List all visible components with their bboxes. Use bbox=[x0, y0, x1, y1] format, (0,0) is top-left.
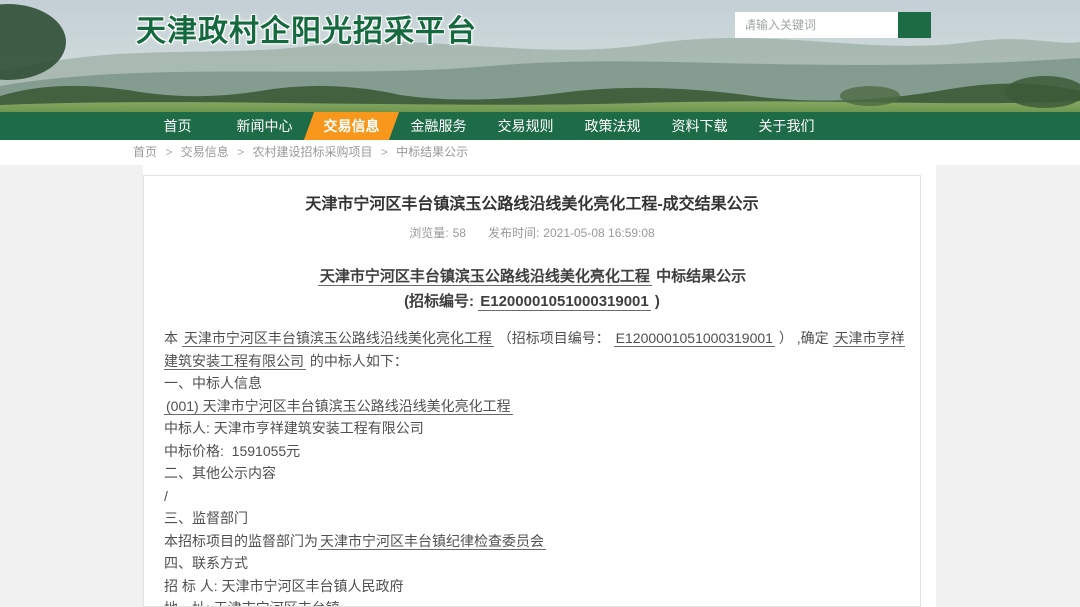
nav-item-news[interactable]: 新闻中心 bbox=[221, 112, 308, 140]
tender-number-line: (招标编号: E1200001051000319001 ) bbox=[144, 290, 920, 311]
publish-time-label: 发布时间: bbox=[488, 226, 539, 240]
project-code-underlined: E1200001051000319001 bbox=[614, 330, 775, 347]
nav-item-trade-rules[interactable]: 交易规则 bbox=[482, 112, 569, 140]
section3-title: 三、监督部门 bbox=[164, 507, 906, 530]
breadcrumb-separator: > bbox=[237, 145, 244, 159]
other-content-line: / bbox=[164, 485, 906, 508]
address-line: 地 址: 天津市宁河区丰台镇 bbox=[164, 597, 906, 607]
nav-item-about[interactable]: 关于我们 bbox=[743, 112, 830, 140]
winner-line: 中标人: 天津市亨祥建筑安装工程有限公司 bbox=[164, 417, 906, 440]
site-title: 天津政村企阳光招采平台 bbox=[136, 6, 477, 50]
search-button[interactable] bbox=[898, 12, 931, 38]
content-wrapper: 天津市宁河区丰台镇滨玉公路线沿线美化亮化工程-成交结果公示 浏览量: 58 发布时间… bbox=[143, 165, 936, 607]
article-title: 天津市宁河区丰台镇滨玉公路线沿线美化亮化工程-成交结果公示 bbox=[158, 190, 906, 214]
subtitle-project-name: 天津市宁河区丰台镇滨玉公路线沿线美化亮化工程 bbox=[318, 268, 652, 286]
announcement-subtitle: 天津市宁河区丰台镇滨玉公路线沿线美化亮化工程 中标结果公示 bbox=[144, 265, 920, 286]
breadcrumb: 首页 > 交易信息 > 农村建设招标采购项目 > 中标结果公示 bbox=[0, 140, 1080, 165]
views-label: 浏览量: bbox=[409, 226, 448, 240]
main-nav: 首页 新闻中心 交易信息 金融服务 交易规则 政策法规 资料下载 关于我们 bbox=[0, 112, 1080, 140]
article-body: 本 天津市宁河区丰台镇滨玉公路线沿线美化亮化工程 （招标项目编号： E12000… bbox=[164, 327, 906, 607]
header-banner: 天津政村企阳光招采平台 bbox=[0, 0, 1080, 112]
article-meta: 浏览量: 58 发布时间: 2021-05-08 16:59:08 bbox=[144, 224, 920, 241]
section1-title: 一、中标人信息 bbox=[164, 372, 906, 395]
nav-item-policies[interactable]: 政策法规 bbox=[569, 112, 656, 140]
breadcrumb-separator: > bbox=[165, 145, 172, 159]
nav-item-finance[interactable]: 金融服务 bbox=[395, 112, 482, 140]
tenderer-line: 招 标 人: 天津市宁河区丰台镇人民政府 bbox=[164, 575, 906, 598]
intro-paragraph: 本 天津市宁河区丰台镇滨玉公路线沿线美化亮化工程 （招标项目编号： E12000… bbox=[164, 327, 906, 372]
supervisor-name-underlined: 天津市宁河区丰台镇纪律检查委员会 bbox=[318, 533, 546, 550]
lot-line: (001) 天津市宁河区丰台镇滨玉公路线沿线美化亮化工程 bbox=[164, 395, 906, 418]
views-count: 58 bbox=[453, 226, 466, 240]
search-icon bbox=[735, 12, 751, 28]
breadcrumb-home[interactable]: 首页 bbox=[133, 145, 157, 159]
supervisor-line: 本招标项目的监督部门为天津市宁河区丰台镇纪律检查委员会 bbox=[164, 530, 906, 553]
lot-name-underlined: (001) 天津市宁河区丰台镇滨玉公路线沿线美化亮化工程 bbox=[164, 398, 513, 415]
search-input[interactable] bbox=[735, 12, 898, 38]
nav-item-downloads[interactable]: 资料下载 bbox=[656, 112, 743, 140]
breadcrumb-current-page: 中标结果公示 bbox=[396, 145, 468, 159]
search-box bbox=[735, 12, 931, 38]
section2-title: 二、其他公示内容 bbox=[164, 462, 906, 485]
breadcrumb-separator: > bbox=[381, 145, 388, 159]
section4-title: 四、联系方式 bbox=[164, 552, 906, 575]
nav-item-trade-info[interactable]: 交易信息 bbox=[308, 112, 395, 140]
price-line: 中标价格: 1591055元 bbox=[164, 440, 906, 463]
publish-time: 2021-05-08 16:59:08 bbox=[543, 226, 654, 240]
breadcrumb-rural-projects[interactable]: 农村建设招标采购项目 bbox=[252, 145, 372, 159]
tender-number: E1200001051000319001 bbox=[478, 293, 651, 311]
announcement-card: 天津市宁河区丰台镇滨玉公路线沿线美化亮化工程-成交结果公示 浏览量: 58 发布时间… bbox=[143, 175, 921, 607]
nav-item-home[interactable]: 首页 bbox=[134, 112, 221, 140]
breadcrumb-trade-info[interactable]: 交易信息 bbox=[181, 145, 229, 159]
project-name-underlined: 天津市宁河区丰台镇滨玉公路线沿线美化亮化工程 bbox=[182, 330, 494, 347]
